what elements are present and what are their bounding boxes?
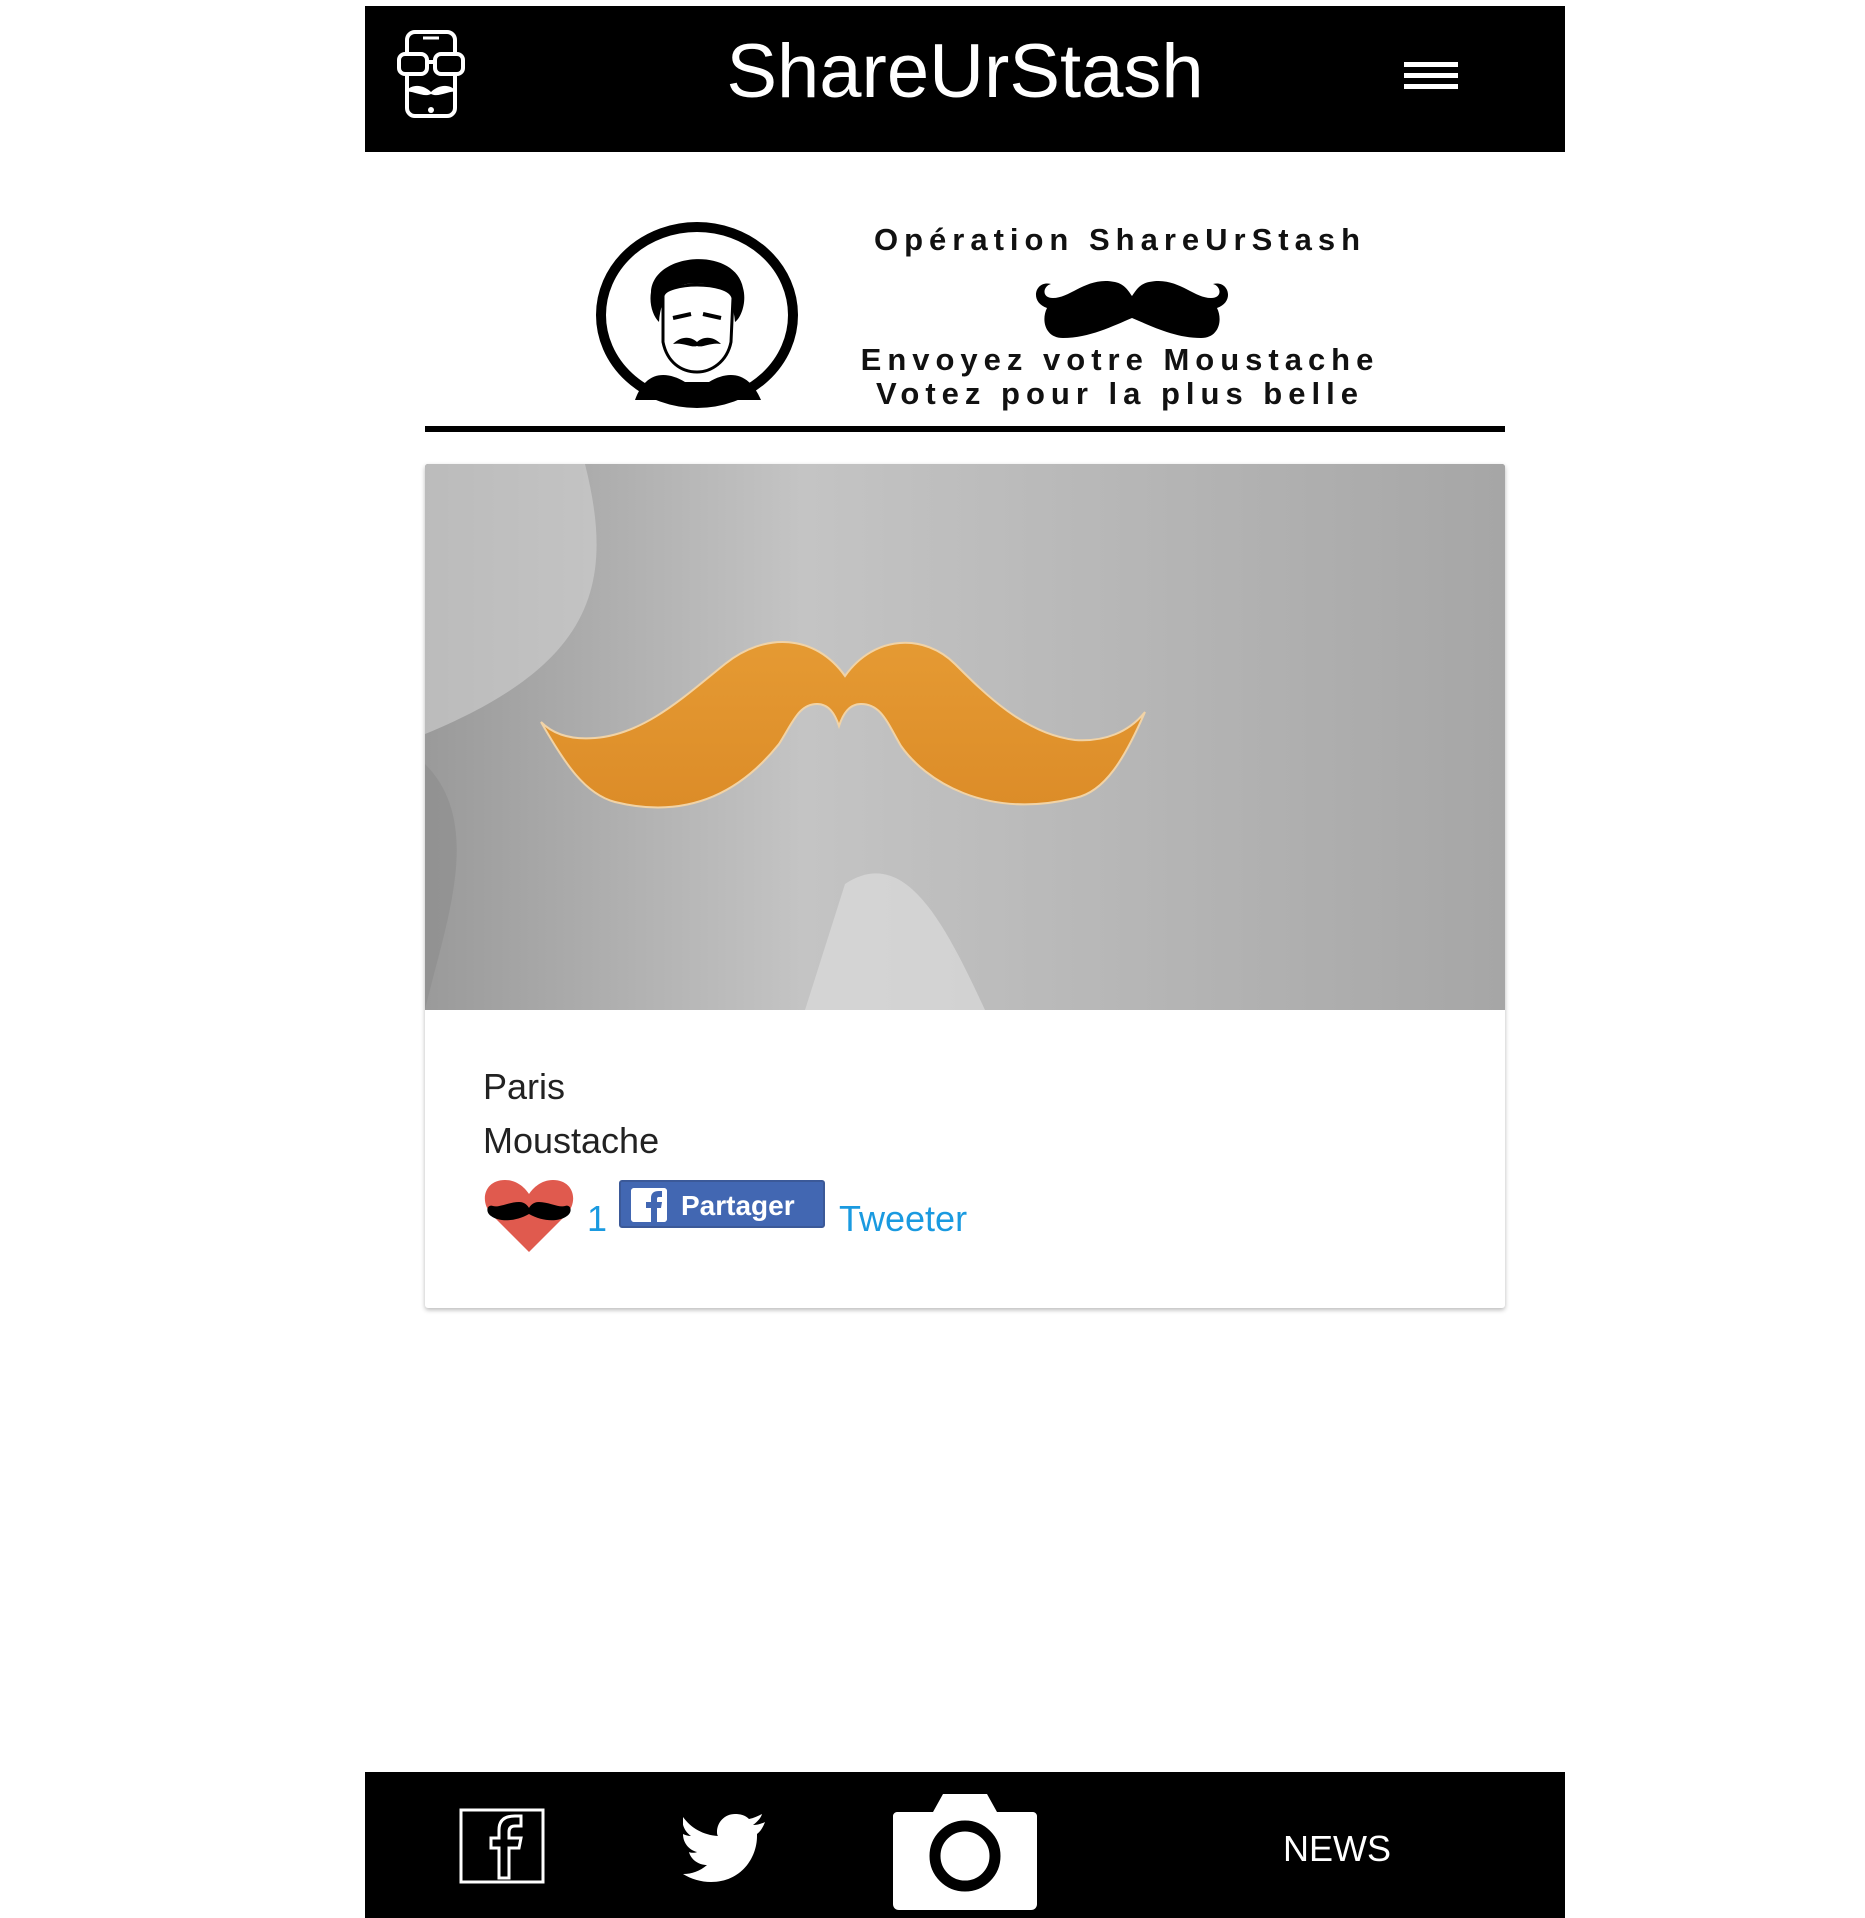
top-bar: ShareUrStash — [365, 6, 1565, 152]
post-photo[interactable] — [425, 464, 1505, 1010]
menu-icon-line — [1404, 73, 1458, 78]
menu-icon-line — [1404, 62, 1458, 67]
portrait-logo — [596, 222, 798, 408]
post-caption: Moustache — [483, 1120, 660, 1161]
news-link[interactable]: NEWS — [1283, 1828, 1391, 1870]
mustache-logo — [1035, 280, 1229, 338]
banner-subtitle: Votez pour la plus belle — [876, 376, 1364, 411]
menu-icon-line — [1404, 84, 1458, 89]
share-label: Partager — [681, 1190, 795, 1221]
banner-title: Opération ShareUrStash — [873, 222, 1367, 257]
campaign-banner: Opération ShareUrStash Envoyez votre Mou… — [425, 208, 1505, 434]
divider — [425, 426, 1505, 432]
mustache-photo-illustration — [425, 464, 1505, 1010]
facebook-icon[interactable] — [459, 1808, 545, 1884]
banner-subtitle: Envoyez votre Moustache — [860, 342, 1380, 377]
bottom-nav: NEWS — [365, 1772, 1565, 1918]
facebook-icon — [631, 1188, 667, 1222]
app: ShareUrStash Opération ShareUrStash Envo… — [365, 6, 1565, 1918]
facebook-share-button[interactable]: Partager — [619, 1180, 825, 1228]
camera-icon[interactable] — [893, 1790, 1037, 1910]
page-title: ShareUrStash — [726, 29, 1204, 114]
post-city: Paris — [483, 1066, 566, 1107]
menu-button[interactable] — [1401, 56, 1461, 102]
like-count[interactable]: 1 — [587, 1198, 607, 1240]
tweet-link[interactable]: Tweeter — [839, 1198, 967, 1240]
post-actions: 1 Partager Tweeter — [483, 1174, 1383, 1254]
twitter-icon[interactable] — [683, 1814, 767, 1884]
post-card: Paris Moustache 1 Partager Tweeter — [425, 464, 1505, 1308]
heart-mustache-icon[interactable] — [483, 1178, 575, 1254]
